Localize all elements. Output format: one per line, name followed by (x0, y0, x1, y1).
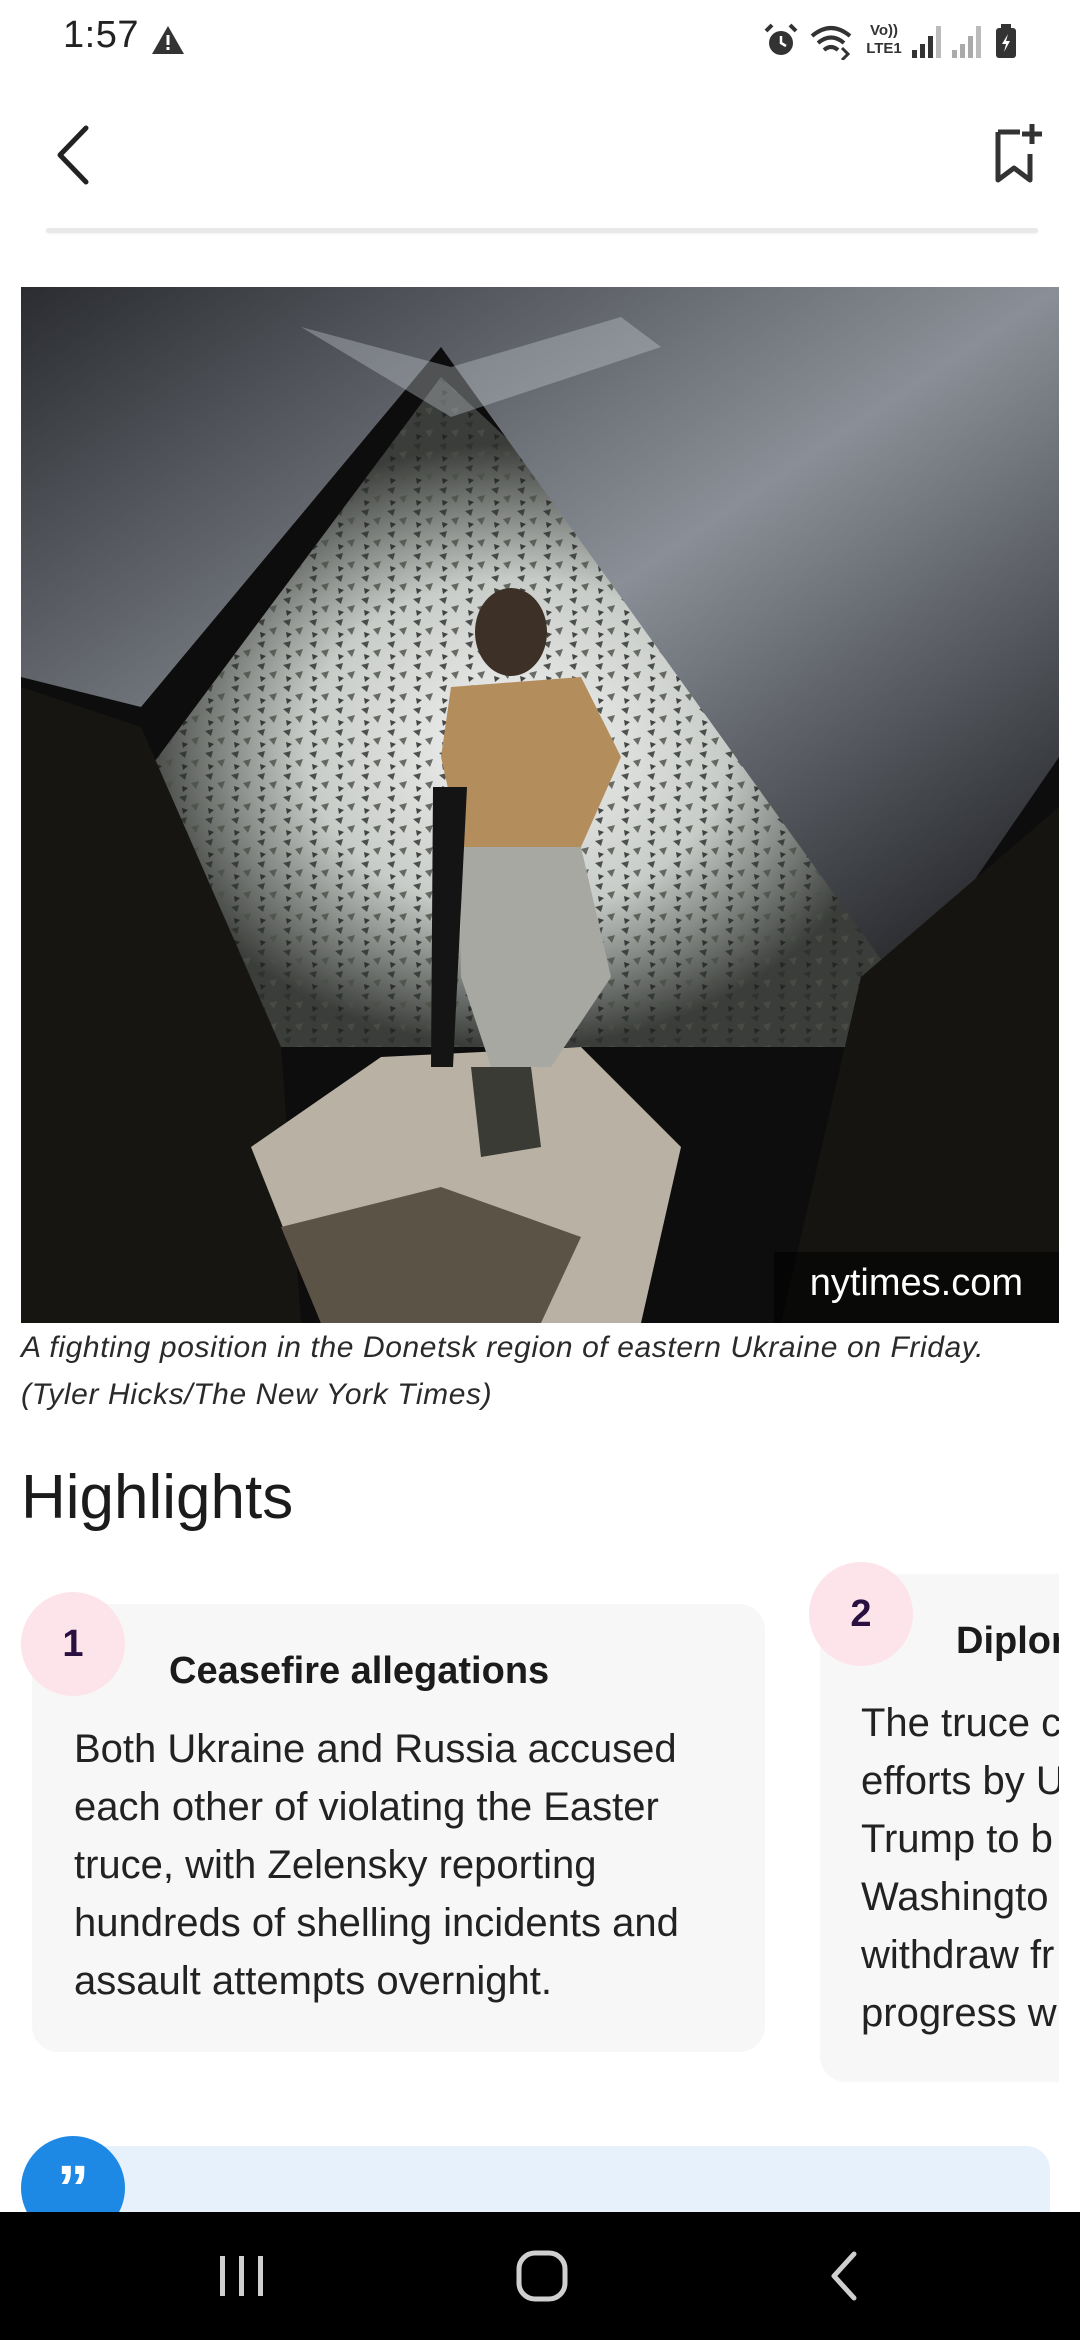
highlight-card-title: Diplor (956, 1620, 1059, 1662)
highlight-card-title: Ceasefire allegations (169, 1650, 550, 1692)
nav-back-icon[interactable] (820, 2248, 870, 2304)
highlight-card-body: Both Ukraine and Russia accused each oth… (74, 1727, 679, 2003)
recent-apps-icon[interactable] (210, 2250, 274, 2302)
highlight-card-body: The truce c efforts by U Trump to b Wash… (861, 1701, 1059, 2035)
highlight-number-badge: 2 (809, 1562, 913, 1666)
system-nav-bar (0, 2212, 1080, 2340)
highlights-carousel[interactable]: 1 Ceasefire allegations Both Ukraine and… (0, 0, 1059, 2340)
home-icon[interactable] (514, 2248, 570, 2304)
highlight-number-badge: 1 (21, 1592, 125, 1696)
